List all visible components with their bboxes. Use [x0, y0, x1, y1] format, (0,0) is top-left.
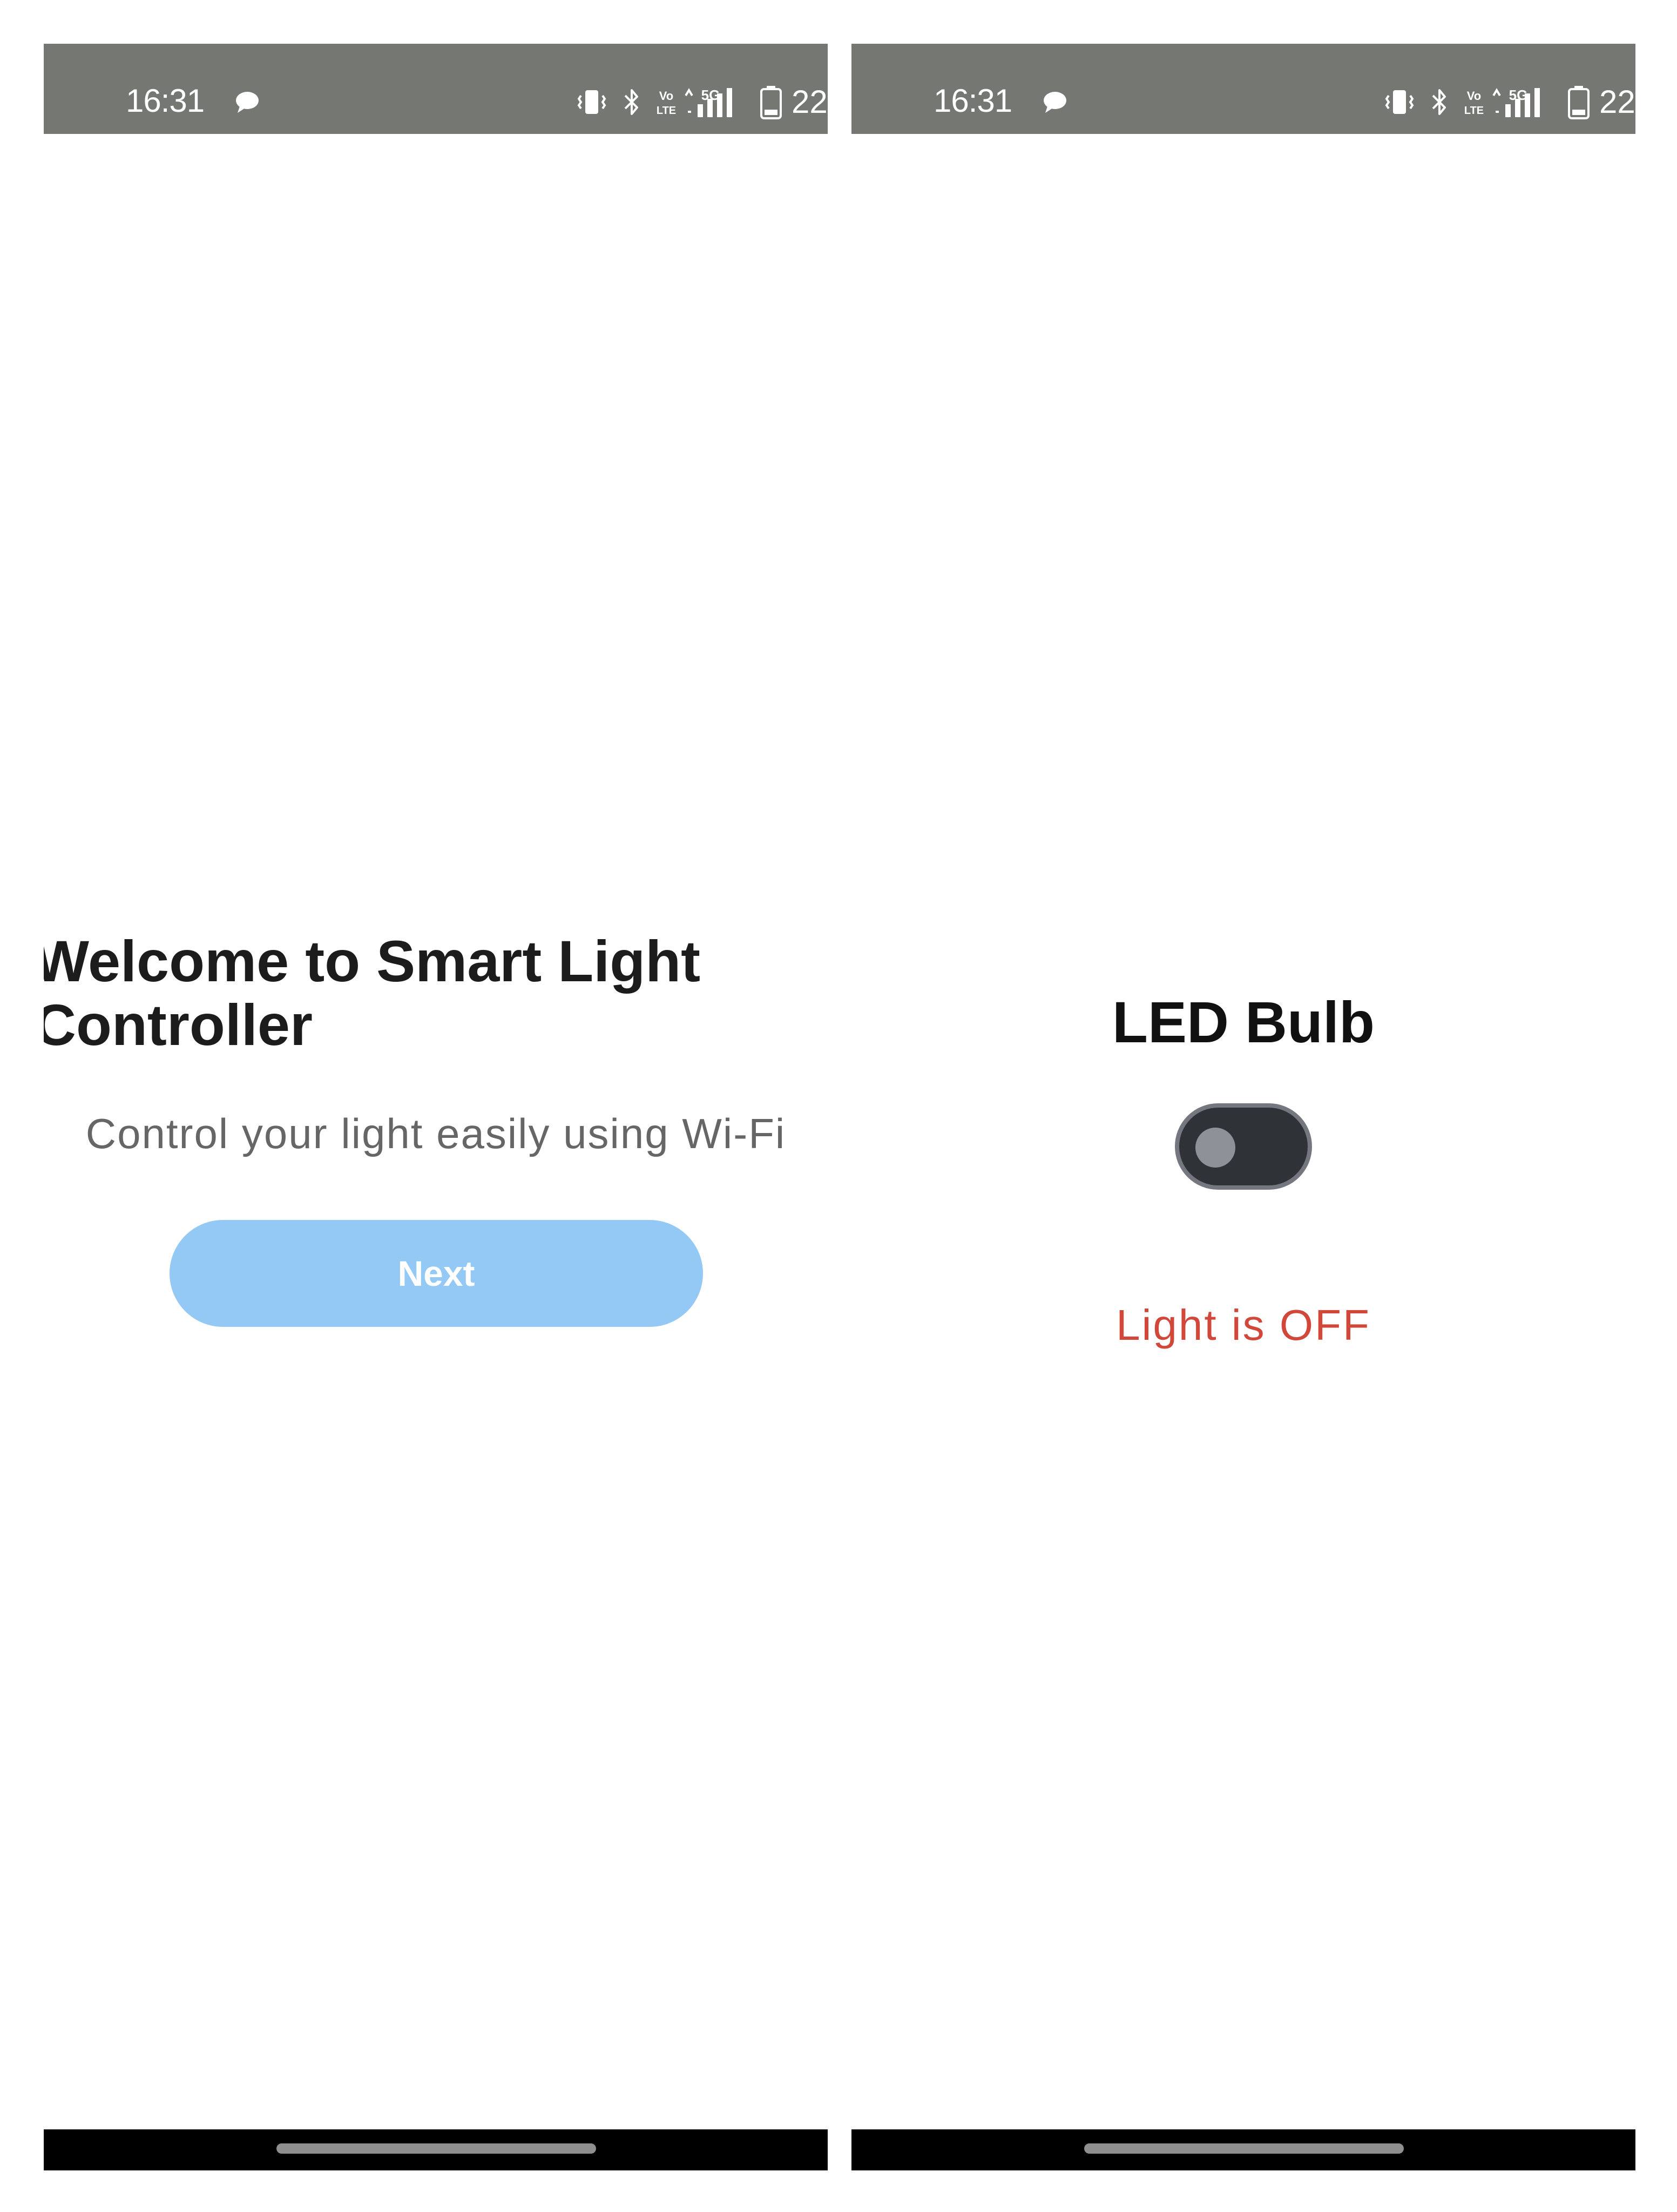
navigation-bar: [44, 2129, 828, 2170]
svg-text:Vo: Vo: [659, 89, 673, 103]
status-bar: 16:31 Vo LTE 5G 22: [851, 44, 1635, 134]
switch-knob: [1195, 1128, 1235, 1168]
light-status-text: Light is OFF: [1116, 1301, 1371, 1349]
status-time: 16:31: [126, 83, 205, 119]
chat-bubble-icon: [1044, 92, 1066, 113]
svg-text:Vo: Vo: [1467, 89, 1481, 103]
svg-text:LTE: LTE: [657, 105, 676, 117]
svg-text:LTE: LTE: [1464, 105, 1484, 117]
vibrate-icon: [1385, 90, 1414, 114]
status-time: 16:31: [934, 83, 1012, 119]
bluetooth-icon: [1432, 89, 1446, 115]
status-icons: Vo LTE 5G 22%: [576, 84, 828, 120]
device-screen: 16:31 Vo LTE 5G 22 LED Bulb Light is OFF: [851, 44, 1635, 2170]
battery-percent: 22%: [792, 84, 828, 120]
bluetooth-icon: [624, 89, 638, 115]
welcome-subtitle: Control your light easily using Wi-Fi: [85, 1110, 786, 1157]
volte-icon: Vo LTE: [657, 89, 676, 117]
next-button[interactable]: Next: [170, 1220, 703, 1327]
status-icons: Vo LTE 5G 22%: [1383, 84, 1635, 120]
vibrate-icon: [577, 90, 606, 114]
light-switch[interactable]: [1175, 1103, 1312, 1190]
signal-icon: 5G: [685, 87, 732, 117]
home-gesture-handle[interactable]: [276, 2143, 596, 2154]
battery-icon: [760, 86, 782, 119]
navigation-bar: [851, 2129, 1635, 2170]
welcome-title: Welcome to Smart Light Controller: [44, 928, 701, 1057]
home-gesture-handle[interactable]: [1084, 2143, 1404, 2154]
device-title: LED Bulb: [1112, 989, 1375, 1055]
battery-icon: [1568, 86, 1590, 119]
signal-icon: 5G: [1492, 87, 1540, 117]
status-bar: 16:31 Vo LTE 5G 22: [44, 44, 828, 134]
welcome-screen: 16:31 Vo LTE 5G 22 Welcome to Smart Ligh…: [44, 44, 828, 2170]
volte-icon: Vo LTE: [1464, 89, 1484, 117]
chat-bubble-icon: [236, 92, 259, 113]
battery-percent: 22%: [1599, 84, 1635, 120]
